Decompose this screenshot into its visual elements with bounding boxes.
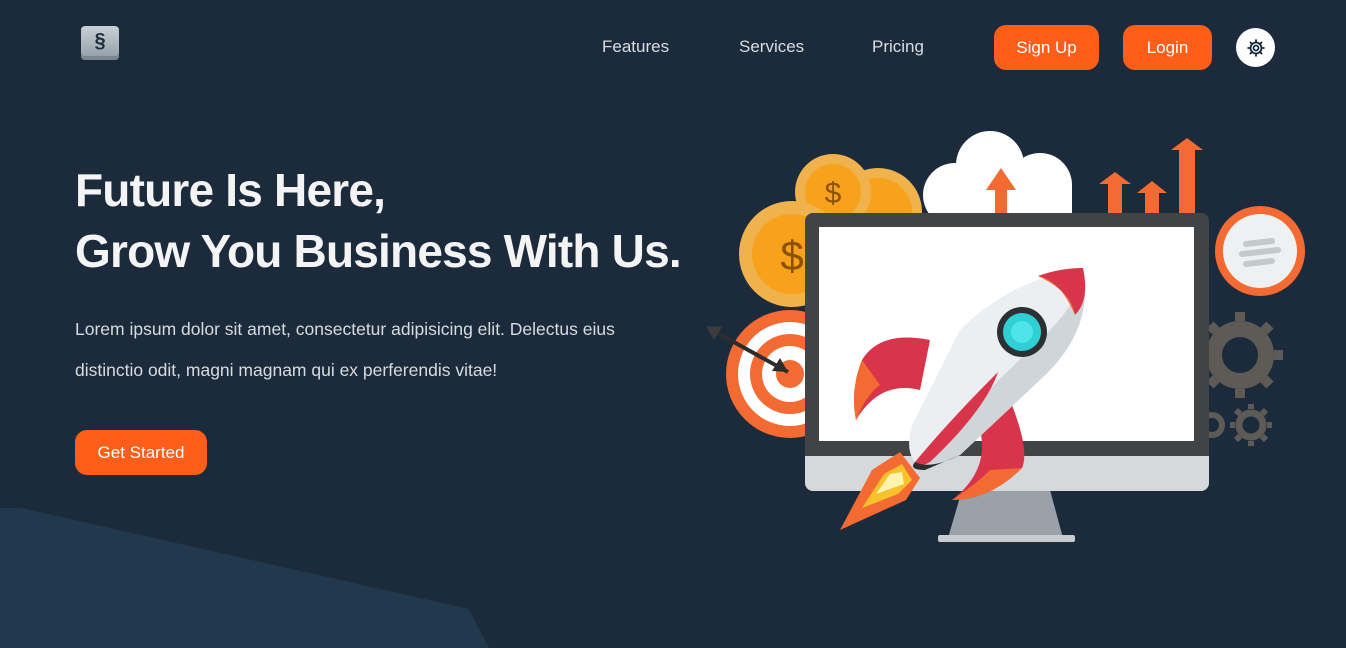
get-started-button[interactable]: Get Started [75,430,207,475]
logo-icon[interactable]: § [81,26,119,60]
hero-description-line-2: distinctio odit, magni magnam qui ex per… [75,360,498,380]
hero-title: Future Is Here, Grow You Business With U… [75,160,682,282]
settings-button[interactable] [1236,28,1275,67]
settings-badge-icon [1215,206,1305,296]
hero-description: Lorem ipsum dolor sit amet, consectetur … [75,309,675,391]
gear-small-icon [1199,404,1272,446]
hero-title-line-2: Grow You Business With Us. [75,225,682,277]
rocket-launch-illustration: $ $ [706,131,1305,542]
logo-glyph: § [94,30,106,52]
nav-link-services[interactable]: Services [739,37,804,57]
gear-icon [1246,38,1265,57]
hero-title-line-1: Future Is Here, [75,164,386,216]
hero-description-line-1: Lorem ipsum dolor sit amet, consectetur … [75,319,615,339]
growth-arrows-icon [1099,138,1203,215]
gear-large-icon [1197,312,1283,398]
nav-link-pricing[interactable]: Pricing [872,37,924,57]
sign-up-button[interactable]: Sign Up [994,25,1099,70]
coin-symbol: $ [825,177,842,210]
background-wave [0,508,490,648]
login-button[interactable]: Login [1123,25,1212,70]
coin-symbol-large: $ [780,232,803,279]
nav-link-features[interactable]: Features [602,37,669,57]
